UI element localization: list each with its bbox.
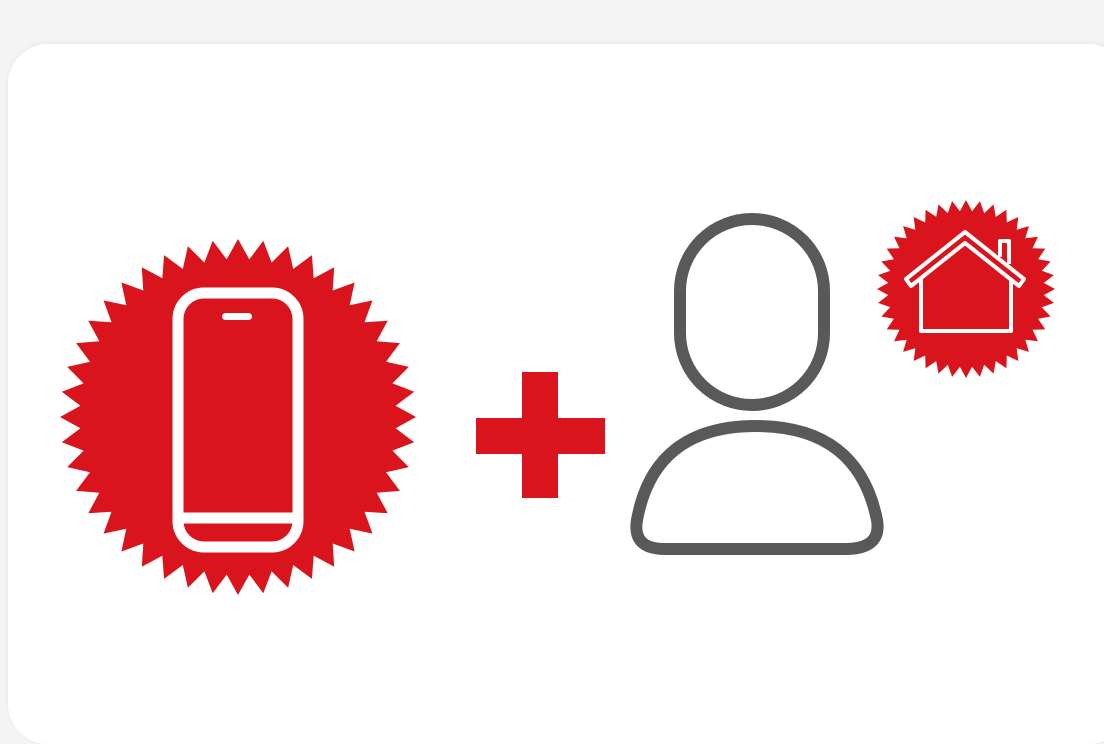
house-badge bbox=[877, 200, 1055, 378]
user-icon bbox=[630, 213, 884, 555]
user-head bbox=[674, 213, 830, 411]
plus-icon bbox=[476, 372, 605, 498]
promo-illustration bbox=[60, 200, 1055, 595]
phone-speaker-slot bbox=[222, 313, 252, 320]
starburst-badge-small bbox=[877, 200, 1055, 378]
user-shoulders bbox=[630, 419, 884, 555]
phone-badge bbox=[60, 239, 416, 595]
